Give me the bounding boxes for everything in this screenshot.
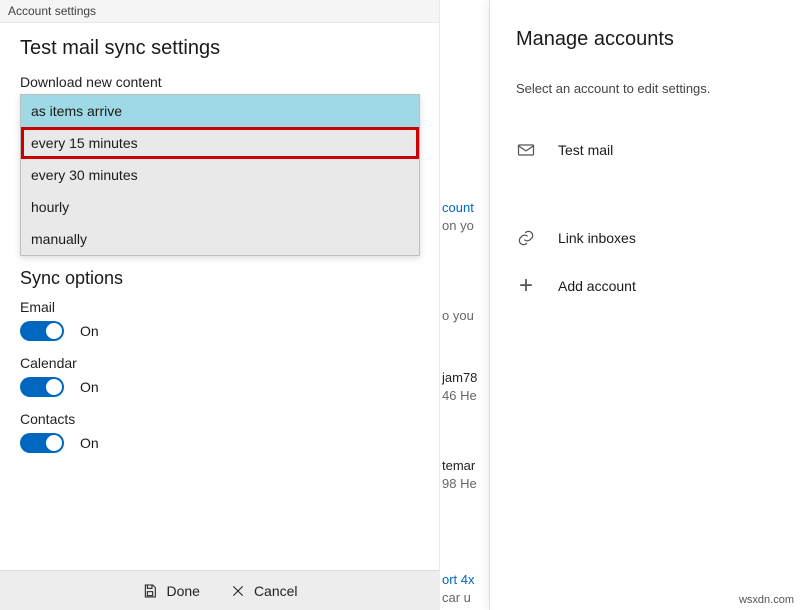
plus-icon: + [516, 276, 536, 296]
toggle-state: On [80, 379, 99, 395]
save-icon [142, 583, 158, 599]
download-content-label: Download new content [20, 74, 419, 90]
sync-toggle-calendar: Calendar On [20, 355, 419, 397]
sync-toggle-email: Email On [20, 299, 419, 341]
dropdown-option[interactable]: manually [21, 223, 419, 255]
sync-toggle-contacts: Contacts On [20, 411, 419, 453]
link-inboxes-label: Link inboxes [558, 230, 636, 246]
watermark: wsxdn.com [739, 594, 794, 606]
dropdown-option[interactable]: every 15 minutes [21, 127, 419, 159]
dropdown-option[interactable]: every 30 minutes [21, 159, 419, 191]
sync-options-heading: Sync options [20, 268, 419, 289]
close-icon [230, 583, 246, 599]
cancel-button[interactable]: Cancel [230, 583, 298, 599]
add-account-label: Add account [558, 278, 636, 294]
panel-body: Test mail sync settings Download new con… [0, 23, 439, 481]
page-title: Test mail sync settings [20, 37, 419, 60]
link-inboxes-button[interactable]: Link inboxes [516, 214, 774, 262]
mail-icon [516, 140, 536, 160]
add-account-button[interactable]: + Add account [516, 262, 774, 310]
dropdown-option[interactable]: as items arrive [21, 95, 419, 127]
fragment: on yo [442, 218, 474, 233]
manage-accounts-panel: Manage accounts Select an account to edi… [490, 0, 800, 610]
done-button[interactable]: Done [142, 583, 199, 599]
toggle-state: On [80, 323, 99, 339]
toggle-switch[interactable] [20, 321, 64, 341]
toggle-switch[interactable] [20, 377, 64, 397]
fragment: car u [442, 590, 471, 605]
fragment: o you [442, 308, 474, 323]
fragment: 46 He [442, 388, 477, 403]
toggle-switch[interactable] [20, 433, 64, 453]
download-frequency-dropdown[interactable]: as items arriveevery 15 minutesevery 30 … [20, 94, 420, 256]
fragment: ort 4x [442, 572, 475, 587]
panel-header: Account settings [0, 0, 439, 23]
toggle-label: Calendar [20, 355, 419, 371]
toggle-label: Contacts [20, 411, 419, 427]
fragment: count [442, 200, 474, 215]
toggle-state: On [80, 435, 99, 451]
fragment: 98 He [442, 476, 477, 491]
fragment: jam78 [442, 370, 477, 385]
action-bar: Done Cancel [0, 570, 440, 610]
account-name: Test mail [558, 142, 613, 158]
fragment: temar [442, 458, 475, 473]
manage-accounts-title: Manage accounts [516, 28, 774, 51]
toggle-label: Email [20, 299, 419, 315]
manage-accounts-subtitle: Select an account to edit settings. [516, 81, 774, 96]
cancel-label: Cancel [254, 583, 298, 599]
settings-panel: Account settings Test mail sync settings… [0, 0, 440, 610]
done-label: Done [166, 583, 199, 599]
link-icon [516, 228, 536, 248]
dropdown-option[interactable]: hourly [21, 191, 419, 223]
account-item[interactable]: Test mail [516, 126, 774, 174]
background-mail-list: count on yo o you jam78 46 He temar 98 H… [440, 0, 490, 610]
